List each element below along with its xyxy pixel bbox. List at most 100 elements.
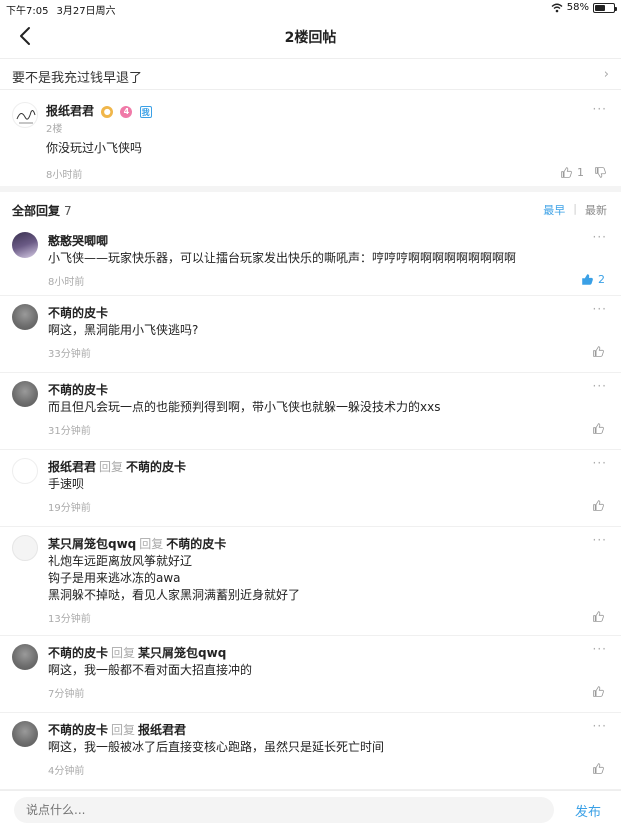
reply-author-name: 报纸君君 [48,460,97,474]
more-options-icon[interactable]: ··· [593,230,607,244]
like-count: 1 [577,166,584,179]
reply-author[interactable]: 不萌的皮卡 [48,381,108,398]
like-button[interactable] [592,345,605,358]
reply-author-name: 某只屑笼包qwq [48,537,137,551]
thumbs-up-icon [582,274,593,285]
reply-target-name[interactable]: 不萌的皮卡 [126,460,186,474]
reply-to-label: 回复 [139,537,164,551]
comment-input[interactable] [14,797,554,823]
like-count: 2 [598,273,605,286]
sort-earliest-button[interactable]: 最早 [543,202,565,218]
status-time: 下午7:05 [6,6,49,17]
like-button[interactable] [592,762,605,775]
send-button[interactable]: 发布 [575,801,601,820]
more-options-icon[interactable]: ··· [593,642,607,656]
thumbs-up-icon [593,763,604,774]
wifi-icon [551,3,563,12]
sort-latest-button[interactable]: 最新 [585,202,607,218]
reply-target-name[interactable]: 不萌的皮卡 [166,537,226,551]
status-date: 3月27日周六 [56,6,116,17]
replies-header: 全部回复 7 最早 | 最新 [0,194,621,224]
thumbs-up-icon [561,167,572,178]
more-options-icon[interactable]: ··· [593,456,607,470]
more-options-icon[interactable]: ··· [593,533,607,547]
more-options-icon[interactable]: ··· [593,302,607,316]
like-button[interactable]: 1 [560,166,584,179]
reply-text: 啊这，黑洞能用小飞侠逃吗? [48,323,199,337]
navigation-bar: 2楼回帖 [0,16,621,58]
avatar[interactable] [12,721,38,747]
reply-author-name: 憨憨哭唧唧 [48,234,109,248]
post-text: 你没玩过小飞侠吗 [46,141,143,155]
reply-target-name[interactable]: 某只屑笼包qwq [138,646,226,660]
like-button[interactable] [592,422,605,435]
author-tag-icon: 我 [139,105,152,118]
replies-count: 7 [64,204,72,218]
reply-author[interactable]: 某只屑笼包qwq 回复 不萌的皮卡 [48,535,226,552]
thumbs-up-icon [593,611,604,622]
sort-separator: | [573,202,577,215]
thumbs-up-icon [593,686,604,697]
reply-text: 黑洞躲不掉哒，看见人家黑洞满蓄别近身就好了 [48,588,301,602]
avatar[interactable] [12,458,38,484]
reply-author[interactable]: 不萌的皮卡 回复 报纸君君 [48,721,186,738]
main-post: 报纸君君 ● 4 我 2楼 你没玩过小飞侠吗 8小时前 ··· 1 [0,92,621,185]
floor-number: 2楼 [46,124,63,135]
chevron-right-icon: › [603,67,609,82]
reply-author-name: 不萌的皮卡 [48,383,109,397]
reply-time: 19分钟前 [48,503,91,514]
like-button[interactable] [592,610,605,623]
thread-title-link[interactable]: 要不是我充过钱早退了 › [0,58,621,90]
like-button[interactable] [592,685,605,698]
post-actions: 1 [560,166,607,179]
section-divider [0,186,621,192]
replies-label-text: 全部回复 [12,204,61,218]
post-author[interactable]: 报纸君君 ● 4 我 [46,102,152,119]
reply-author[interactable]: 不萌的皮卡 [48,304,108,321]
reply-item: 憨憨哭唧唧小飞侠——玩家快乐器，可以让擂台玩家发出快乐的嘶吼声：哼哼哼啊啊啊啊啊… [0,224,621,296]
reply-item: 报纸君君 回复 不萌的皮卡 手速呗 19分钟前 ··· [0,450,621,527]
reply-author-name: 不萌的皮卡 [48,306,109,320]
reply-to-label: 回复 [111,646,136,660]
dislike-button[interactable] [594,166,607,179]
battery-icon [593,2,617,13]
thumbs-down-icon [595,167,606,178]
more-options-icon[interactable]: ··· [593,102,607,116]
avatar[interactable] [12,304,38,330]
sort-toggle: 最早 | 最新 [543,202,607,218]
avatar[interactable] [12,102,38,128]
thumbs-up-icon [593,500,604,511]
reply-author-name: 不萌的皮卡 [48,723,109,737]
reply-time: 4分钟前 [48,766,85,777]
reply-item: 不萌的皮卡 回复 报纸君君 啊这，我一般被冰了后直接变核心跑路，虽然只是延长死亡时间 4… [0,713,621,790]
avatar[interactable] [12,644,38,670]
post-author-name: 报纸君君 [46,104,95,118]
avatar[interactable] [12,381,38,407]
thumbs-up-icon [593,423,604,434]
like-button[interactable]: 2 [581,273,605,286]
reply-item: 不萌的皮卡啊这，黑洞能用小飞侠逃吗? 33分钟前 ··· [0,296,621,373]
reply-time: 33分钟前 [48,349,91,360]
replies-label: 全部回复 7 [12,202,72,219]
battery-percent: 58% [566,2,589,13]
reply-text: 钩子是用来逃冰冻的awa [48,571,181,585]
reply-target-name[interactable]: 报纸君君 [138,723,186,737]
reply-author[interactable]: 报纸君君 回复 不萌的皮卡 [48,458,186,475]
thread-title: 要不是我充过钱早退了 [12,71,143,86]
reply-author[interactable]: 不萌的皮卡 回复 某只屑笼包qwq [48,644,226,661]
reply-time: 31分钟前 [48,426,91,437]
reply-to-label: 回复 [99,460,124,474]
post-time: 8小时前 [46,170,83,181]
reply-text: 小飞侠——玩家快乐器，可以让擂台玩家发出快乐的嘶吼声：哼哼哼啊啊啊啊啊啊啊啊啊 [48,251,517,265]
avatar[interactable] [12,232,38,258]
more-options-icon[interactable]: ··· [593,379,607,393]
sketch-avatar-icon [16,110,36,124]
reply-text: 手速呗 [48,477,85,491]
reply-time: 7分钟前 [48,689,85,700]
avatar[interactable] [12,535,38,561]
like-button[interactable] [592,499,605,512]
more-options-icon[interactable]: ··· [593,719,607,733]
reply-author[interactable]: 憨憨哭唧唧 [48,232,108,249]
reply-text: 礼炮车远距离放风筝就好辽 [48,554,193,568]
reply-time: 8小时前 [48,277,85,288]
